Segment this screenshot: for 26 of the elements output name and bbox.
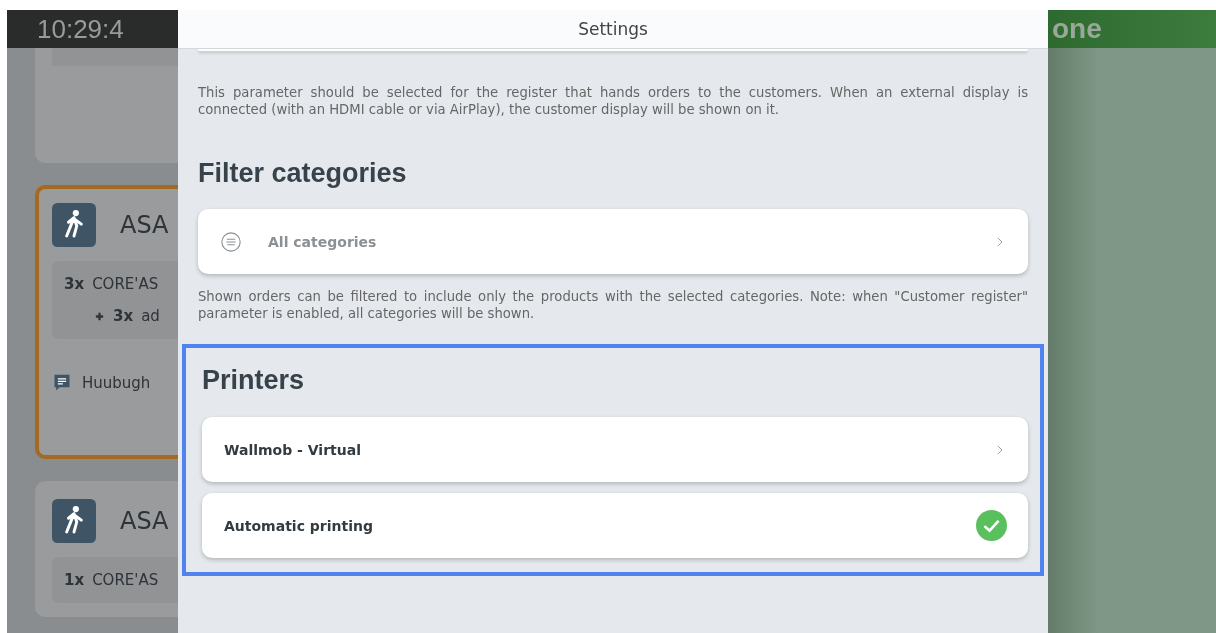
printer-row[interactable]: Wallmob - Virtual xyxy=(202,417,1028,482)
description-text: This parameter should be selected for the register that hands orders to the customers. When an external display is connected (with an HDMI cable or via AirPlay), the customer display will be shown on it. xyxy=(198,84,1028,118)
toggle-row[interactable]: Automatic printing xyxy=(202,493,1028,558)
walking-person-icon xyxy=(52,203,96,247)
section-heading: Filter categories xyxy=(198,158,408,189)
header-text: one xyxy=(1052,13,1102,45)
item-quantity: 3x xyxy=(113,307,134,325)
list-icon xyxy=(220,230,242,253)
row-label: Automatic printing xyxy=(224,517,374,534)
item-name: ad xyxy=(141,307,160,325)
order-title: ASA xyxy=(120,507,169,535)
clock-text: 10:29:4 xyxy=(37,13,124,45)
item-quantity: 1x xyxy=(64,571,85,589)
modal-title: Settings xyxy=(578,19,648,39)
section-heading: Printers xyxy=(202,365,306,396)
item-name: CORE'AS xyxy=(92,275,159,293)
description-text: Shown orders can be filtered to include only the products with the selected categories. Note: when "Customer register" parameter is enabled, all categories will be shown. xyxy=(198,288,1028,322)
comment-text: Huubugh xyxy=(82,374,151,392)
walking-person-icon xyxy=(52,499,96,543)
comment-icon xyxy=(52,373,72,393)
item-quantity: 3x xyxy=(64,275,85,293)
order-title: ASA xyxy=(120,211,169,239)
item-name: CORE'AS xyxy=(92,571,159,589)
row-label: Wallmob - Virtual xyxy=(224,441,362,458)
plus-icon xyxy=(94,310,105,322)
row-label: All categories xyxy=(268,233,378,250)
